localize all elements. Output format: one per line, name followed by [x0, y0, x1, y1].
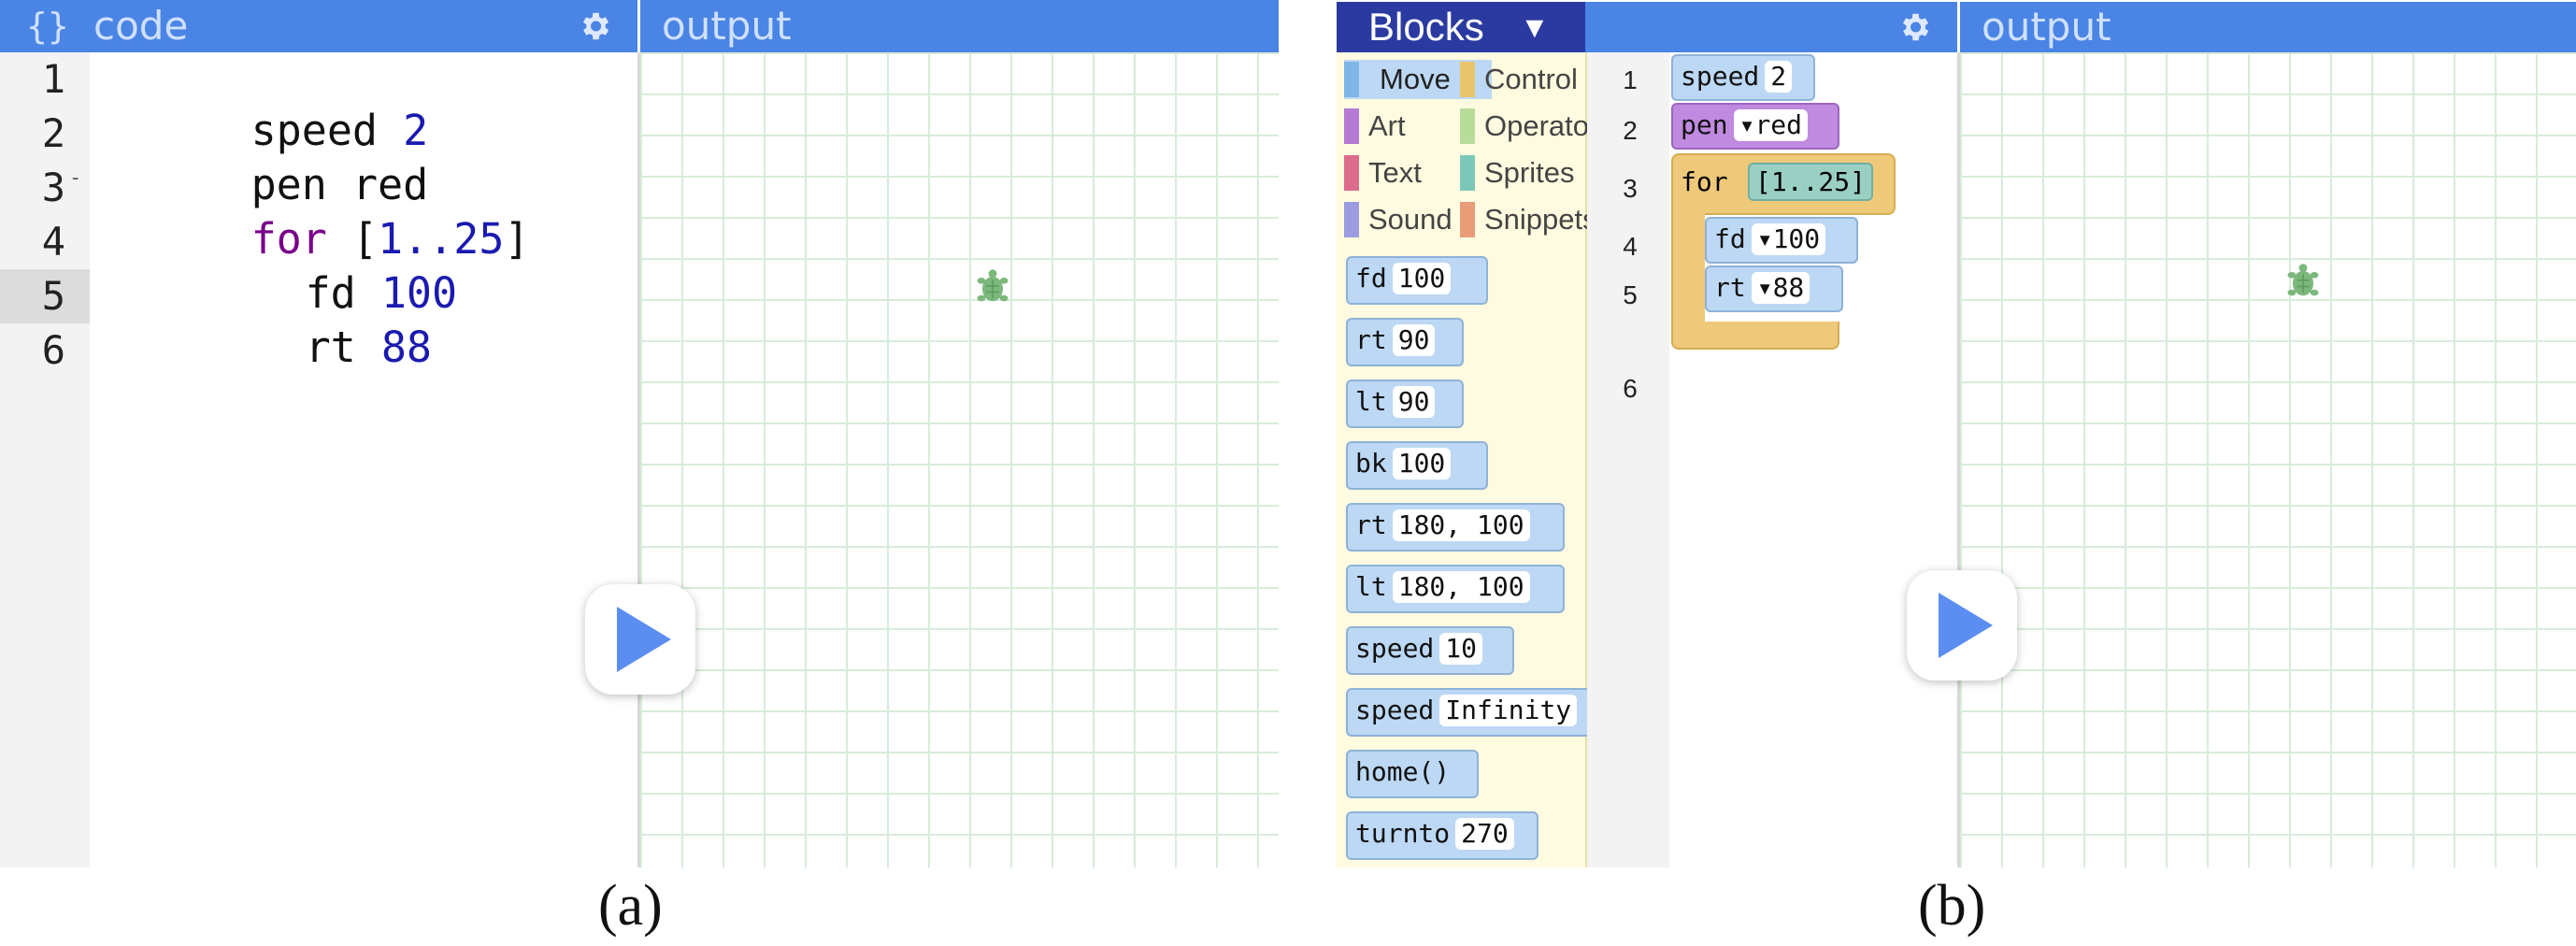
workspace-block-pen[interactable]: pen ▾red — [1671, 103, 1839, 150]
palette-block-speed[interactable]: speed 10 — [1346, 626, 1514, 675]
workspace-block-speed[interactable]: speed 2 — [1671, 54, 1815, 101]
palette-block-lt-arc[interactable]: lt 180, 100 — [1346, 565, 1565, 613]
dropdown-arrow-icon: ▼ — [1520, 10, 1550, 44]
palette-block-fd[interactable]: fd 100 — [1346, 256, 1488, 305]
for-block-spine — [1671, 209, 1705, 331]
category-swatch — [1460, 202, 1475, 237]
fold-marker[interactable]: - — [69, 166, 81, 190]
line-number: 4 — [41, 219, 65, 265]
braces-icon: {} — [26, 6, 69, 47]
code-bracket: ] — [504, 214, 530, 264]
palette-block-speed-infinity[interactable]: speed Infinity — [1346, 688, 1598, 737]
blocks-menu-label: Blocks — [1368, 5, 1484, 49]
for-range-slot[interactable]: [1..25] — [1748, 163, 1874, 201]
play-icon — [1939, 593, 1993, 658]
turtle-icon — [977, 269, 1009, 302]
line-number: 5 — [1623, 280, 1638, 309]
code-keyword: rt — [305, 322, 356, 372]
header-divider — [637, 0, 640, 52]
category-swatch — [1460, 155, 1475, 191]
palette-block-rt[interactable]: rt 90 — [1346, 318, 1464, 366]
play-icon — [617, 607, 671, 672]
blocks-menu-button[interactable]: Blocks ▼ — [1337, 2, 1585, 52]
output-canvas[interactable] — [640, 52, 1279, 867]
line-number: 1 — [41, 56, 65, 102]
for-keyword: for — [1681, 166, 1728, 197]
gear-icon[interactable] — [1896, 9, 1932, 45]
panel-a-caption: (a) — [598, 874, 663, 938]
workspace-block-rt[interactable]: rt ▾88 — [1705, 265, 1843, 312]
code-line: rt 88 — [153, 273, 432, 422]
gear-icon[interactable] — [577, 8, 612, 44]
output-tab-title[interactable]: output — [1982, 2, 2111, 52]
palette-block-lt[interactable]: lt 90 — [1346, 380, 1464, 428]
category-swatch — [1344, 62, 1359, 97]
line-number: 1 — [1623, 65, 1638, 94]
blocks-header-bar: Blocks ▼ output — [1337, 2, 2576, 52]
category-swatch — [1344, 108, 1359, 144]
panel-b: Blocks ▼ output Move Control Art Operato… — [1337, 0, 2576, 867]
line-number: 5 — [41, 273, 65, 319]
run-button[interactable] — [1907, 570, 2017, 681]
for-block-bottom — [1671, 322, 1839, 350]
turtle-icon — [2287, 264, 2319, 296]
panel-b-caption: (b) — [1918, 874, 1986, 938]
panel-a: {} code output 1 2 3 - 4 5 6 speed 2 pen… — [0, 0, 1279, 867]
category-swatch — [1460, 108, 1475, 144]
line-number: 3 — [41, 165, 65, 210]
palette-block-bk[interactable]: bk 100 — [1346, 441, 1488, 490]
line-number: 6 — [1623, 374, 1638, 403]
header-divider — [1957, 2, 1960, 52]
line-number: 4 — [1623, 232, 1638, 261]
code-header-bar: {} code output — [0, 0, 1279, 52]
line-number: 6 — [41, 327, 65, 373]
workspace-block-fd[interactable]: fd ▾100 — [1705, 217, 1858, 264]
palette-block-home[interactable]: home() — [1346, 750, 1479, 798]
palette-block-turnto[interactable]: turnto 270 — [1346, 811, 1538, 860]
category-swatch — [1460, 62, 1475, 97]
line-number: 2 — [1623, 116, 1638, 145]
dropdown-arrow-icon[interactable]: ▾ — [1757, 272, 1773, 303]
dropdown-arrow-icon[interactable]: ▾ — [1757, 223, 1773, 254]
category-swatch — [1344, 202, 1359, 237]
code-editor[interactable]: speed 2 pen red for [1..25] fd 100 rt 88 — [90, 52, 637, 867]
run-button[interactable] — [585, 584, 695, 695]
category-swatch — [1344, 155, 1359, 191]
code-number: 88 — [380, 322, 433, 372]
dropdown-arrow-icon[interactable]: ▾ — [1739, 109, 1755, 140]
line-number: 2 — [41, 110, 65, 156]
palette-block-rt-arc[interactable]: rt 180, 100 — [1346, 503, 1565, 552]
output-canvas[interactable] — [1960, 52, 2576, 867]
line-number: 3 — [1623, 174, 1638, 203]
output-tab-title[interactable]: output — [662, 0, 792, 52]
code-tab-title[interactable]: code — [93, 0, 188, 52]
